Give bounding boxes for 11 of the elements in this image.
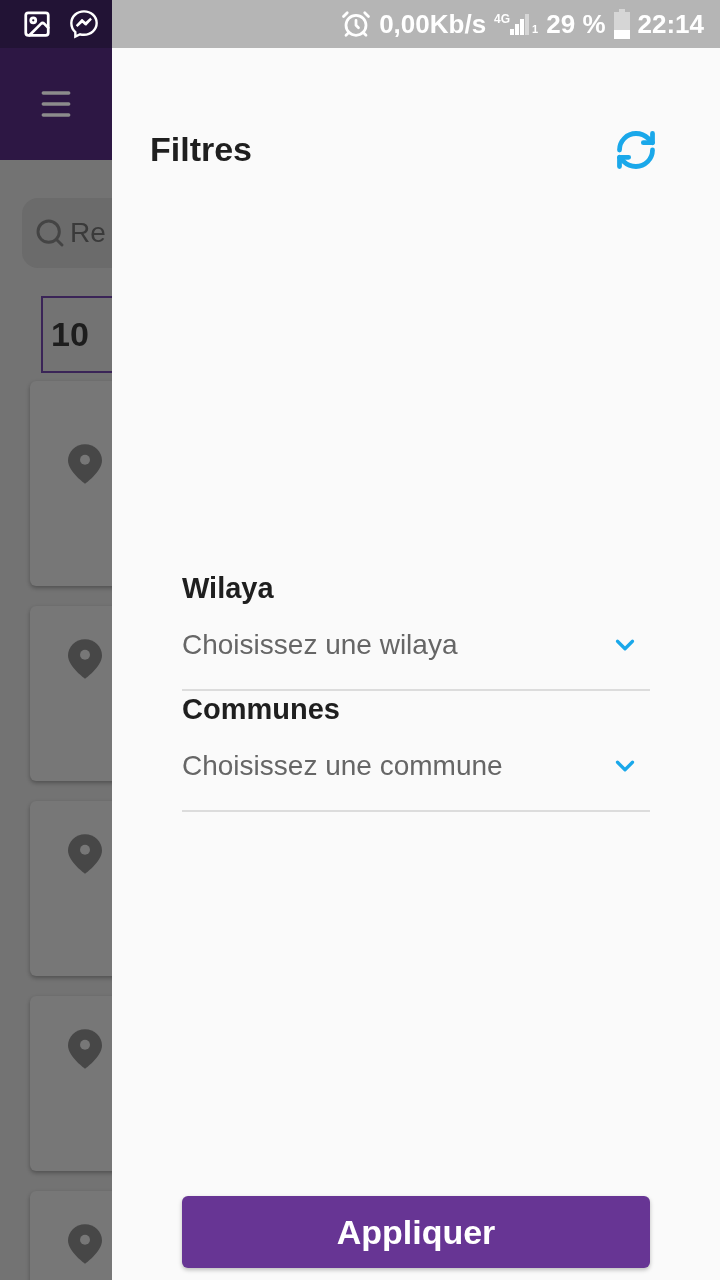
dropdown-field[interactable]: Choisissez une commune (182, 729, 650, 812)
network-type: 4G (494, 13, 511, 25)
sim-number: 1 (532, 24, 539, 35)
apply-button[interactable]: Appliquer (182, 1196, 650, 1268)
field-label: Communes (182, 692, 341, 727)
dropdown-field[interactable]: Choisissez une wilaya (182, 608, 650, 691)
clock-time: 22:14 (637, 7, 704, 41)
battery-percent: 29 % (546, 7, 606, 41)
drawer-title: Filtres (150, 129, 253, 170)
field-label: Wilaya (182, 571, 275, 606)
network-speed: 0,00Kb/s (379, 7, 487, 41)
